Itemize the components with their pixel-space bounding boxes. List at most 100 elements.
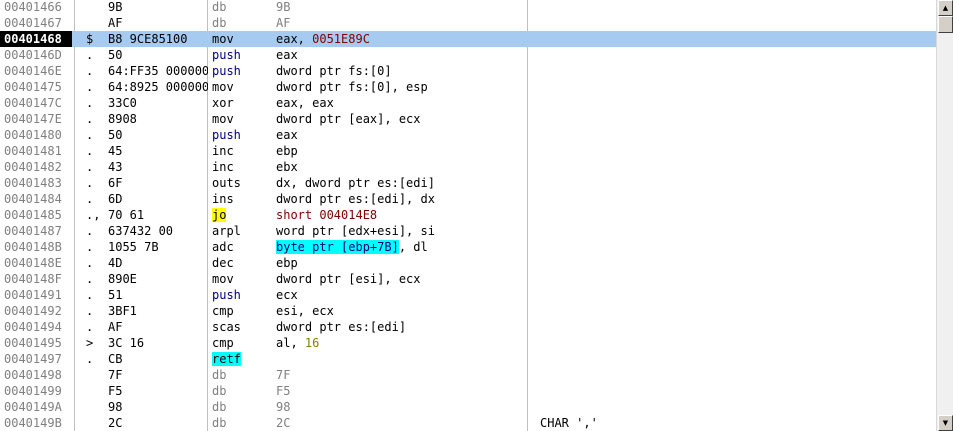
mnemonic-text: push — [212, 48, 241, 62]
mnemonic-cell: ins — [212, 191, 272, 207]
instruction-row[interactable]: 00401468 $ B8 9CE85100 mov eax, 0051E89C — [0, 31, 936, 47]
arrow-up-icon: ▲ — [942, 4, 949, 12]
operand-fragment: 0051E89C — [312, 32, 370, 46]
hex-dump-cell: 1055 7B — [108, 240, 159, 254]
scroll-down-button[interactable]: ▼ — [938, 415, 953, 431]
instruction-row[interactable]: 00401485., 70 61 jo short 004014E8 — [0, 207, 936, 223]
mnemonic-cell: cmp — [212, 303, 272, 319]
instruction-row[interactable]: 00401487. 637432 00 arpl word ptr [edx+esi]… — [0, 223, 936, 239]
mnemonic-cell: xor — [212, 95, 272, 111]
instruction-row[interactable]: 0040148F. 890E mov dword ptr [esi], ecx — [0, 271, 936, 287]
address-cell: 00401491 — [4, 288, 62, 302]
mnemonic-cell: retf — [212, 351, 272, 367]
disassembly-pane[interactable]: 00401466 9B db 9B 00401467 AF db AF 00401468 $ B8 … — [0, 0, 936, 431]
address-cell: 00401494 — [4, 320, 62, 334]
operand-fragment: 16 — [304, 336, 320, 350]
address-cell: 00401498 — [4, 368, 62, 382]
operand-fragment: esi, ecx — [276, 304, 334, 318]
comment-cell — [540, 95, 930, 111]
jump-flag-cell: . — [86, 192, 94, 206]
operands-cell: short 004014E8 — [276, 207, 536, 223]
operand-fragment: dword ptr [eax], ecx — [276, 112, 421, 126]
instruction-row[interactable]: 0040146E. 64:FF35 00000000 push dword ptr f… — [0, 63, 936, 79]
instruction-row[interactable]: 00401466 9B db 9B — [0, 0, 936, 15]
mnemonic-text: arpl — [212, 224, 241, 238]
instruction-row[interactable]: 00401499 F5 db F5 — [0, 383, 936, 399]
mnemonic-cell: jo — [212, 207, 272, 223]
instruction-row[interactable]: 00401497. CB retf — [0, 351, 936, 367]
mnemonic-cell: mov — [212, 31, 272, 47]
operand-fragment: eax, — [276, 32, 313, 46]
hex-dump-cell: 98 — [108, 400, 123, 414]
address-cell: 00401467 — [4, 16, 62, 30]
hex-dump-cell: 890E — [108, 272, 137, 286]
address-cell: 00401468 — [0, 31, 72, 47]
hex-dump-cell: 33C0 — [108, 96, 137, 110]
operands-cell: eax — [276, 47, 536, 63]
comment-cell — [540, 47, 930, 63]
operands-cell: eax, 0051E89C — [276, 31, 536, 47]
mnemonic-cell: cmp — [212, 335, 272, 351]
hex-dump-cell: 51 — [108, 288, 123, 302]
instruction-row[interactable]: 00401480. 50 push eax — [0, 127, 936, 143]
instruction-row[interactable]: 00401482. 43 inc ebx — [0, 159, 936, 175]
operand-fragment: dword ptr es:[edi], dx — [276, 192, 435, 206]
mnemonic-text: push — [212, 288, 241, 302]
mnemonic-text: xor — [212, 96, 234, 110]
instruction-row[interactable]: 00401483. 6F outs dx, dword ptr es:[edi] — [0, 175, 936, 191]
operand-fragment: eax — [276, 128, 298, 142]
operand-fragment: eax — [276, 48, 298, 62]
comment-cell — [540, 223, 930, 239]
mnemonic-cell: inc — [212, 143, 272, 159]
instruction-row[interactable]: 00401495 >3C 16 cmp al, 16 — [0, 335, 936, 351]
jump-flag-cell: . — [86, 128, 94, 142]
mnemonic-cell: outs — [212, 175, 272, 191]
comment-cell — [540, 351, 930, 367]
mnemonic-cell: scas — [212, 319, 272, 335]
instruction-row[interactable]: 0040149B 2C db 2C CHAR ',' — [0, 415, 936, 431]
instruction-row[interactable]: 00401481. 45 inc ebp — [0, 143, 936, 159]
operands-cell: eax, eax — [276, 95, 536, 111]
arrow-down-icon: ▼ — [942, 419, 949, 427]
jump-flag-cell: > — [86, 336, 94, 350]
mnemonic-text: push — [212, 128, 241, 142]
comment-cell — [540, 383, 930, 399]
address-cell: 00401483 — [4, 176, 62, 190]
vertical-scrollbar[interactable]: ▲ ▼ — [936, 0, 953, 431]
mnemonic-text: cmp — [212, 304, 234, 318]
instruction-row[interactable]: 00401467 AF db AF — [0, 15, 936, 31]
address-cell: 00401485 — [4, 208, 62, 222]
instruction-row[interactable]: 00401494. AF scas dword ptr es:[edi] — [0, 319, 936, 335]
mnemonic-text: db — [212, 384, 227, 398]
comment-cell — [540, 367, 930, 383]
hex-dump-cell: 70 61 — [108, 208, 145, 222]
hex-dump-cell: 50 — [108, 128, 123, 142]
operand-fragment: , dl — [398, 240, 428, 254]
instruction-row[interactable]: 00401498 7F db 7F — [0, 367, 936, 383]
hex-dump-cell: 6F — [108, 176, 123, 190]
mnemonic-text: inc — [212, 144, 234, 158]
address-cell: 0040147C — [4, 96, 62, 110]
instruction-row[interactable]: 0040146D. 50 push eax — [0, 47, 936, 63]
jump-flag-cell — [86, 15, 104, 31]
instruction-row[interactable]: 0040149A 98 db 98 — [0, 399, 936, 415]
instruction-row[interactable]: 0040148E. 4D dec ebp — [0, 255, 936, 271]
address-cell: 0040148F — [4, 272, 62, 286]
instruction-row[interactable]: 00401484. 6D ins dword ptr es:[edi], dx — [0, 191, 936, 207]
comment-cell — [540, 63, 930, 79]
hex-dump-cell: 7F — [108, 368, 123, 382]
instruction-row[interactable]: 0040147C. 33C0 xor eax, eax — [0, 95, 936, 111]
operand-fragment: AF — [276, 16, 291, 30]
scroll-thumb[interactable] — [938, 16, 953, 33]
scroll-up-button[interactable]: ▲ — [938, 0, 953, 16]
instruction-row[interactable]: 0040147E. 8908 mov dword ptr [eax], ecx — [0, 111, 936, 127]
mnemonic-cell: db — [212, 383, 272, 399]
instruction-row[interactable]: 00401475. 64:8925 00000000 mov dword ptr fs… — [0, 79, 936, 95]
mnemonic-text: jo — [212, 208, 227, 222]
mnemonic-text: mov — [212, 32, 234, 46]
address-cell: 00401495 — [4, 336, 62, 350]
instruction-row[interactable]: 00401491. 51 push ecx — [0, 287, 936, 303]
address-cell: 0040148B — [4, 240, 62, 254]
instruction-row[interactable]: 00401492. 3BF1 cmp esi, ecx — [0, 303, 936, 319]
instruction-row[interactable]: 0040148B. 1055 7B adc byte ptr [ebp+7B], dl — [0, 239, 936, 255]
